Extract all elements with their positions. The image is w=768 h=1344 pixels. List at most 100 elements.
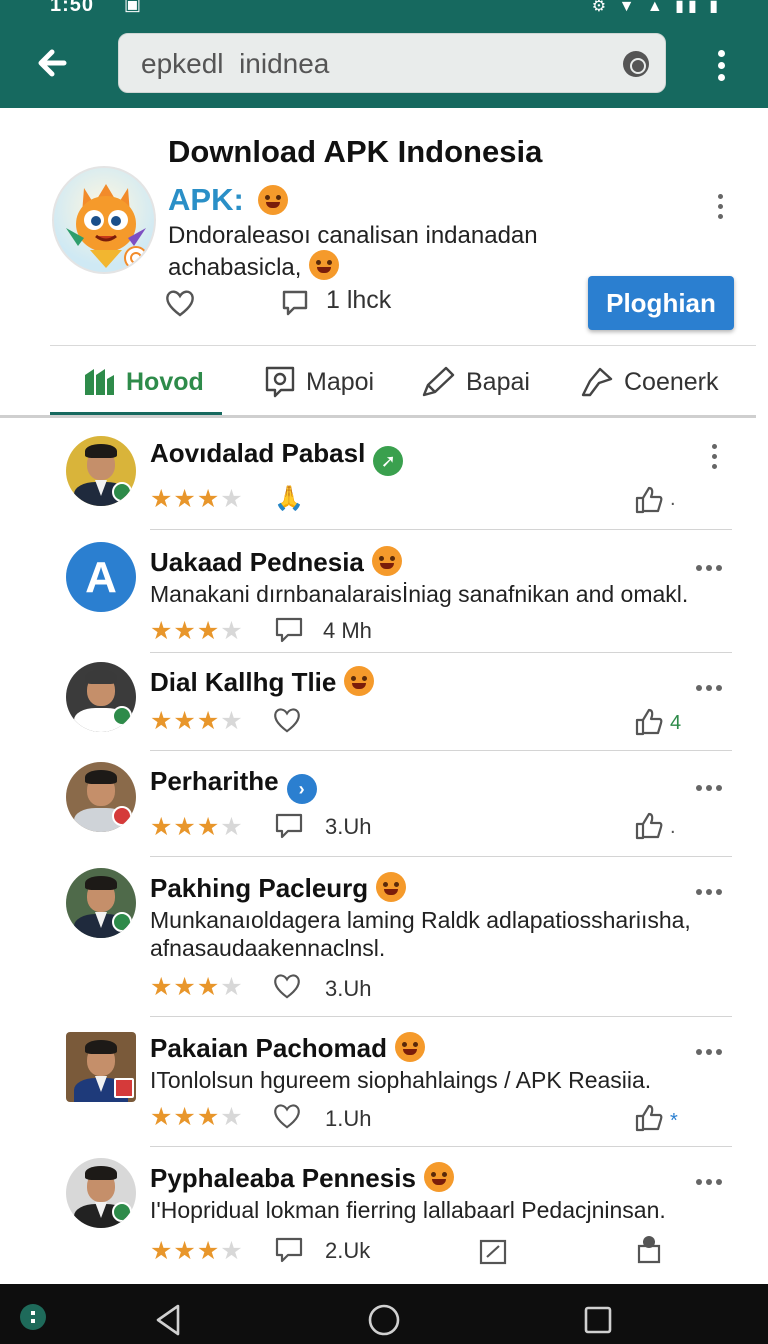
app-description: Dndoraleasoı canalisan indanadan achabas…	[168, 222, 588, 282]
like-thumb-icon[interactable]	[634, 484, 664, 514]
divider	[150, 652, 732, 653]
comment-icon[interactable]	[274, 812, 304, 840]
heart-icon[interactable]	[272, 1102, 302, 1130]
assistant-icon[interactable]	[20, 1304, 46, 1330]
edit-icon[interactable]	[478, 1238, 508, 1266]
heart-icon[interactable]	[164, 288, 196, 318]
tab-hovod[interactable]: Hovod	[82, 360, 204, 404]
gallery-icon: ▣	[124, 0, 142, 14]
like-thumb-icon[interactable]	[634, 706, 664, 736]
divider	[150, 529, 732, 530]
star-rating: ★★★★	[150, 973, 244, 1001]
review-text: Munkanaıoldagera laming Raldk adlapatios…	[150, 907, 691, 961]
tabs-divider	[0, 415, 756, 418]
like-count: 4	[670, 712, 682, 734]
smile-emoji-icon	[257, 185, 288, 215]
apk-label: APK:	[168, 182, 288, 218]
recents-square-icon[interactable]	[582, 1304, 614, 1336]
divider	[150, 856, 732, 857]
share-arrow-icon	[581, 367, 613, 397]
tab-mapoi[interactable]: Mapoi	[264, 360, 374, 404]
divider	[50, 345, 756, 346]
svg-text:A: A	[85, 553, 117, 602]
like-count: .	[670, 488, 676, 510]
install-button[interactable]: Ploghian	[588, 276, 734, 330]
review-author: Pakhing Pacleurg	[150, 872, 407, 904]
smile-emoji-icon	[344, 666, 375, 696]
comment-icon[interactable]	[274, 616, 304, 644]
tab-label: Coenerk	[624, 367, 719, 396]
tab-label: Mapoi	[306, 367, 375, 396]
image-icon	[265, 366, 295, 398]
verified-icon: ➚	[373, 446, 404, 476]
review-author: Uakaad Pednesia	[150, 546, 402, 578]
like-thumb-icon[interactable]	[634, 1234, 664, 1264]
comment-count: 3.Uh	[325, 814, 372, 839]
like-thumb-icon[interactable]	[634, 810, 664, 840]
like-count: .	[670, 816, 676, 838]
star-rating: ★★★★	[150, 617, 244, 645]
star-rating: ★★★★	[150, 813, 244, 841]
review-author: Dial Kallhg Tlie	[150, 666, 375, 698]
review-author-name: Aovıdalad Pabasl	[150, 438, 366, 468]
review-author-name: Uakaad Pednesia	[150, 547, 364, 577]
review-overflow-menu-icon[interactable]	[696, 882, 728, 895]
apk-label-text: APK:	[168, 182, 244, 217]
review-overflow-menu-icon[interactable]	[696, 558, 728, 571]
divider	[150, 750, 732, 751]
tab-coenerk[interactable]: Coenerk	[580, 360, 719, 404]
verified-icon: ›	[286, 774, 317, 804]
star-rating: ★★★★	[150, 1103, 244, 1131]
review-overflow-menu-icon[interactable]	[696, 1042, 728, 1055]
review-author: Pakaian Pachomad	[150, 1032, 425, 1064]
review-text: Manakani dırnbanalaraisİniag sanafnikan …	[150, 581, 689, 607]
avatar	[66, 436, 136, 506]
smile-emoji-icon	[395, 1032, 425, 1062]
review-author: Aovıdalad Pabasl ➚	[150, 438, 404, 476]
app-count: 1 lhck	[326, 286, 392, 314]
app-overflow-menu-icon[interactable]	[715, 194, 725, 228]
app-bar	[0, 20, 768, 108]
star-rating: ★★★★	[150, 485, 244, 513]
smile-emoji-icon	[376, 872, 407, 902]
back-triangle-icon[interactable]	[152, 1302, 184, 1338]
review-overflow-menu-icon[interactable]	[696, 778, 728, 791]
app-logo	[52, 166, 156, 274]
clear-icon[interactable]	[623, 51, 649, 77]
smile-emoji-icon	[309, 250, 340, 280]
like-count: 1.Uh	[325, 1106, 372, 1131]
review-author: Perharithe ›	[150, 766, 317, 804]
app-description-text: Dndoraleasoı canalisan indanadan achabas…	[168, 222, 538, 281]
search-input[interactable]	[141, 44, 611, 84]
avatar	[66, 762, 136, 832]
like-thumb-icon[interactable]	[634, 1102, 664, 1132]
review-author-name: Pyphaleaba Pennesis	[150, 1163, 416, 1193]
overflow-menu-icon[interactable]	[716, 50, 726, 84]
comment-icon[interactable]	[274, 1236, 304, 1264]
tab-label: Hovod	[126, 367, 204, 396]
smile-emoji-icon	[423, 1162, 454, 1192]
avatar: A	[66, 542, 136, 612]
divider	[150, 1016, 732, 1017]
back-arrow-icon[interactable]	[30, 40, 76, 86]
search-bar[interactable]	[118, 33, 666, 93]
review-overflow-menu-icon[interactable]	[696, 1172, 728, 1185]
heart-icon[interactable]	[272, 706, 302, 734]
home-circle-icon[interactable]	[366, 1302, 402, 1338]
status-time: 1:50	[50, 0, 95, 16]
review-overflow-menu-icon[interactable]	[709, 444, 719, 478]
like-count: 3.Uh	[325, 976, 372, 1001]
tab-bapai[interactable]: Bapai	[420, 360, 530, 404]
review-overflow-menu-icon[interactable]	[696, 678, 728, 691]
like-count: *	[670, 1110, 678, 1132]
heart-icon[interactable]	[272, 972, 302, 1000]
review-author-name: Pakaian Pachomad	[150, 1033, 387, 1063]
comment-icon[interactable]	[280, 288, 310, 318]
review-text: ITonlolsun hgureem siophahlaings / APK R…	[150, 1067, 652, 1093]
review-author-name: Dial Kallhg Tlie	[150, 667, 337, 697]
divider	[150, 1146, 732, 1147]
review-text: I'Hopridual lokman fierring lallabaarl P…	[150, 1197, 666, 1223]
avatar	[66, 868, 136, 938]
status-bar: 1:50 ▣ ⚙ ▼ ▲ ▮▮ ▮	[0, 0, 768, 22]
star-rating: ★★★★	[150, 707, 244, 735]
